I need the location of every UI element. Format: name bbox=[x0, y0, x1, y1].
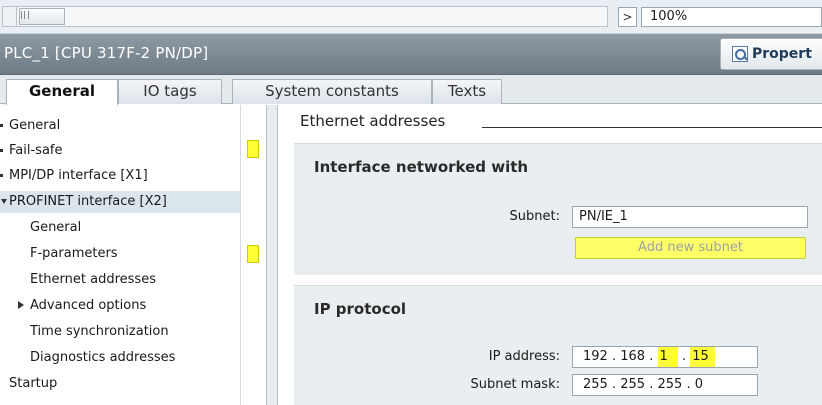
pane-splitter[interactable] bbox=[266, 105, 278, 405]
tab-system-constants[interactable]: System constants bbox=[232, 79, 432, 104]
ip-separator: . bbox=[649, 349, 654, 364]
nav-item-label: PROFINET interface [X2] bbox=[9, 194, 167, 209]
tab-general[interactable]: General bbox=[6, 79, 118, 105]
properties-navigation: General Fail-safe MPI/DP interface [X1] … bbox=[0, 105, 268, 405]
mask-octet-4: 0 bbox=[694, 377, 704, 392]
mask-separator: . bbox=[649, 377, 654, 392]
ip-address-label: IP address: bbox=[488, 349, 560, 364]
f-parameters-marker bbox=[247, 245, 259, 263]
section-title: Ethernet addresses bbox=[300, 112, 446, 130]
subnet-field[interactable]: PN/IE_1 bbox=[572, 206, 808, 228]
nav-item-profinet-general[interactable]: General bbox=[30, 217, 81, 239]
nav-item-f-parameters[interactable]: F-parameters bbox=[30, 243, 118, 265]
group-title: IP protocol bbox=[314, 300, 407, 318]
fail-safe-marker bbox=[247, 140, 259, 158]
subnet-mask-label: Subnet mask: bbox=[470, 377, 560, 392]
ip-octet-1: 192 bbox=[583, 349, 608, 364]
scroll-left-button[interactable] bbox=[3, 7, 17, 26]
mask-octet-1: 255 bbox=[583, 377, 608, 392]
ip-octet-3: 1 bbox=[657, 347, 678, 367]
collapsed-arrow-icon[interactable] bbox=[18, 301, 24, 309]
nav-item-startup[interactable]: Startup bbox=[9, 373, 57, 395]
mask-separator: . bbox=[686, 377, 691, 392]
nav-item-label: MPI/DP interface [X1] bbox=[9, 168, 148, 183]
ip-octet-4: 15 bbox=[690, 347, 715, 367]
nav-item-label: Fail-safe bbox=[9, 143, 63, 158]
bullet-icon bbox=[0, 149, 3, 152]
nav-item-time-synchronization[interactable]: Time synchronization bbox=[30, 321, 169, 343]
nav-item-label: General bbox=[9, 118, 61, 133]
nav-item-profinet-interface[interactable]: PROFINET interface [X2] bbox=[0, 191, 240, 213]
add-new-subnet-button[interactable]: Add new subnet bbox=[575, 237, 806, 259]
nav-item-fail-safe[interactable]: Fail-safe bbox=[0, 140, 62, 162]
properties-button[interactable]: Propert bbox=[720, 38, 822, 70]
horizontal-scrollbar[interactable] bbox=[2, 6, 608, 27]
nav-divider bbox=[240, 105, 241, 405]
nav-item-mpi-dp-interface[interactable]: MPI/DP interface [X1] bbox=[0, 165, 148, 187]
expanded-arrow-icon[interactable] bbox=[1, 199, 7, 204]
nav-item-diagnostics-addresses[interactable]: Diagnostics addresses bbox=[30, 347, 175, 369]
mask-octet-3: 255 bbox=[657, 377, 683, 392]
tab-io-tags[interactable]: IO tags bbox=[118, 79, 222, 104]
group-title: Interface networked with bbox=[314, 158, 529, 176]
section-divider bbox=[482, 127, 822, 128]
zoom-toolbar: > 100% bbox=[0, 0, 822, 34]
ip-address-field[interactable]: 192 . 168 . 1 . 15 bbox=[572, 346, 758, 368]
nav-item-advanced-options[interactable]: Advanced options bbox=[18, 295, 146, 317]
nav-item-label: Advanced options bbox=[30, 298, 147, 313]
grip-icon bbox=[21, 11, 29, 19]
zoom-dropdown-button[interactable]: > bbox=[618, 7, 637, 27]
properties-content: Ethernet addresses Interface networked w… bbox=[278, 105, 822, 405]
properties-label: Propert bbox=[752, 46, 812, 62]
nav-item-general[interactable]: General bbox=[0, 115, 60, 137]
ip-protocol-group: IP protocol IP address: 192 . 168 . 1 . … bbox=[294, 285, 822, 405]
mask-separator: . bbox=[611, 377, 617, 392]
subnet-mask-field[interactable]: 255 . 255 . 255 . 0 bbox=[572, 374, 758, 396]
tab-texts[interactable]: Texts bbox=[432, 79, 502, 104]
bullet-icon bbox=[0, 124, 3, 127]
mask-octet-2: 255 bbox=[620, 377, 646, 392]
interface-networked-group: Interface networked with Subnet: PN/IE_1… bbox=[294, 143, 822, 275]
inspector-title-bar: PLC_1 [CPU 317F-2 PN/DP] Propert bbox=[0, 34, 822, 75]
nav-item-ethernet-addresses[interactable]: Ethernet addresses bbox=[30, 269, 156, 291]
ip-octet-2: 168 bbox=[620, 349, 646, 364]
properties-icon bbox=[732, 46, 748, 62]
subnet-label: Subnet: bbox=[509, 209, 560, 224]
ip-separator: . bbox=[611, 349, 617, 364]
tab-strip: General IO tags System constants Texts bbox=[0, 75, 822, 105]
device-title: PLC_1 [CPU 317F-2 PN/DP] bbox=[4, 44, 209, 62]
zoom-level-field[interactable]: 100% bbox=[641, 7, 822, 27]
bullet-icon bbox=[0, 174, 3, 177]
ip-separator: . bbox=[681, 349, 687, 364]
